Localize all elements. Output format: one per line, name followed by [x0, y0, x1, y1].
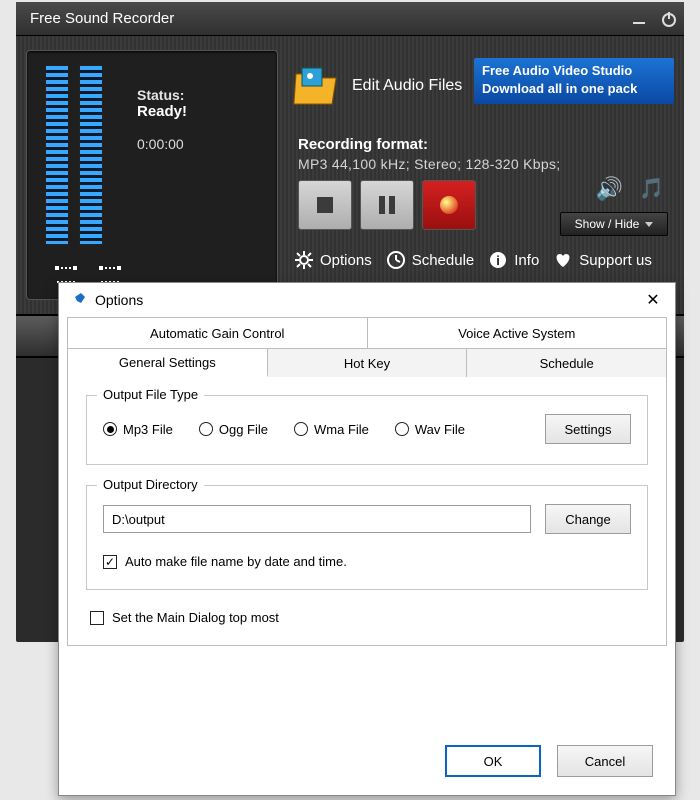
promo-line2: Download all in one pack: [482, 80, 666, 98]
app-title: Free Sound Recorder: [30, 10, 174, 27]
level-bar-right: [79, 65, 103, 245]
tab-schedule[interactable]: Schedule: [467, 349, 666, 377]
support-link[interactable]: Support us: [553, 250, 652, 270]
output-directory-legend: Output Directory: [97, 477, 204, 492]
status-value: Ready!: [137, 103, 187, 120]
radio-ogg-label: Ogg File: [219, 422, 268, 437]
marker-button-1[interactable]: [57, 267, 75, 283]
titlebar: Free Sound Recorder: [16, 2, 684, 36]
chevron-down-icon: [645, 222, 653, 227]
pause-icon: [379, 196, 395, 214]
options-dialog: Options ✕ Automatic Gain Control Voice A…: [58, 282, 676, 796]
level-bar-left: [45, 65, 69, 245]
dialog-close-button[interactable]: ✕: [641, 288, 665, 312]
dialog-title: Options: [95, 292, 143, 308]
tabs-inner: General Settings Hot Key Schedule Output…: [67, 349, 667, 646]
tab-voice-active[interactable]: Voice Active System: [368, 318, 667, 348]
show-hide-label: Show / Hide: [575, 217, 640, 231]
radio-mp3-label: Mp3 File: [123, 422, 173, 437]
radio-wav-label: Wav File: [415, 422, 465, 437]
heart-icon: [553, 250, 573, 270]
radio-wma-label: Wma File: [314, 422, 369, 437]
auto-name-label: Auto make file name by date and time.: [125, 554, 347, 569]
radio-mp3[interactable]: Mp3 File: [103, 422, 173, 437]
dialog-icon: [69, 291, 87, 309]
edit-audio-label: Edit Audio Files: [352, 77, 462, 95]
tabs-outer: Automatic Gain Control Voice Active Syst…: [67, 317, 667, 349]
power-button[interactable]: [654, 4, 684, 34]
output-filetype-legend: Output File Type: [97, 387, 204, 402]
show-hide-dropdown[interactable]: Show / Hide: [560, 212, 668, 236]
status-label: Status:: [137, 87, 187, 103]
clock-icon: [386, 250, 406, 270]
edit-audio-link[interactable]: Edit Audio Files: [292, 64, 462, 108]
music-note-icon[interactable]: 🎵: [639, 176, 664, 201]
promo-banner[interactable]: Free Audio Video Studio Download all in …: [474, 58, 674, 104]
info-link-label: Info: [514, 252, 539, 269]
recording-format-value: MP3 44,100 kHz; Stereo; 128-320 Kbps;: [298, 156, 560, 172]
ok-button[interactable]: OK: [445, 745, 541, 777]
main-body: Status: Ready! 0:00:00 Edit Audio Files …: [16, 36, 684, 314]
folder-icon: [292, 64, 340, 108]
minimize-button[interactable]: [624, 4, 654, 34]
checkbox-icon: [90, 611, 104, 625]
tab-general[interactable]: General Settings: [68, 349, 268, 377]
topmost-label: Set the Main Dialog top most: [112, 610, 279, 625]
radio-ogg[interactable]: Ogg File: [199, 422, 268, 437]
svg-text:i: i: [496, 253, 500, 268]
radio-wma[interactable]: Wma File: [294, 422, 369, 437]
info-icon: i: [488, 250, 508, 270]
schedule-link[interactable]: Schedule: [386, 250, 475, 270]
level-meter-panel: Status: Ready! 0:00:00: [26, 50, 278, 300]
tab-panel-general: Output File Type Mp3 File Ogg File Wma F…: [68, 377, 666, 645]
change-directory-button[interactable]: Change: [545, 504, 631, 534]
pause-button[interactable]: [360, 180, 414, 230]
recording-format-label: Recording format:: [298, 136, 428, 153]
info-link[interactable]: i Info: [488, 250, 539, 270]
options-link[interactable]: Options: [294, 250, 372, 270]
output-filetype-group: Output File Type Mp3 File Ogg File Wma F…: [86, 395, 648, 465]
marker-button-2[interactable]: [101, 267, 119, 283]
dialog-titlebar: Options ✕: [59, 283, 675, 317]
cancel-button[interactable]: Cancel: [557, 745, 653, 777]
level-bars: [45, 65, 115, 247]
close-icon: ✕: [646, 290, 659, 310]
checkbox-icon: ✓: [103, 555, 117, 569]
status-time: 0:00:00: [137, 136, 187, 152]
promo-line1: Free Audio Video Studio: [482, 62, 666, 80]
topmost-checkbox[interactable]: Set the Main Dialog top most: [90, 610, 648, 625]
stop-button[interactable]: [298, 180, 352, 230]
record-icon: [440, 196, 458, 214]
tab-auto-gain[interactable]: Automatic Gain Control: [68, 318, 368, 348]
radio-wav[interactable]: Wav File: [395, 422, 465, 437]
output-directory-group: Output Directory Change ✓ Auto make file…: [86, 485, 648, 590]
record-button[interactable]: [422, 180, 476, 230]
auto-name-checkbox[interactable]: ✓ Auto make file name by date and time.: [103, 554, 631, 569]
output-directory-input[interactable]: [103, 505, 531, 533]
tab-hotkey[interactable]: Hot Key: [268, 349, 468, 377]
options-link-label: Options: [320, 252, 372, 269]
support-link-label: Support us: [579, 252, 652, 269]
stop-icon: [317, 197, 333, 213]
speaker-icon[interactable]: 🔊: [596, 176, 623, 202]
filetype-settings-button[interactable]: Settings: [545, 414, 631, 444]
gear-icon: [294, 250, 314, 270]
schedule-link-label: Schedule: [412, 252, 475, 269]
